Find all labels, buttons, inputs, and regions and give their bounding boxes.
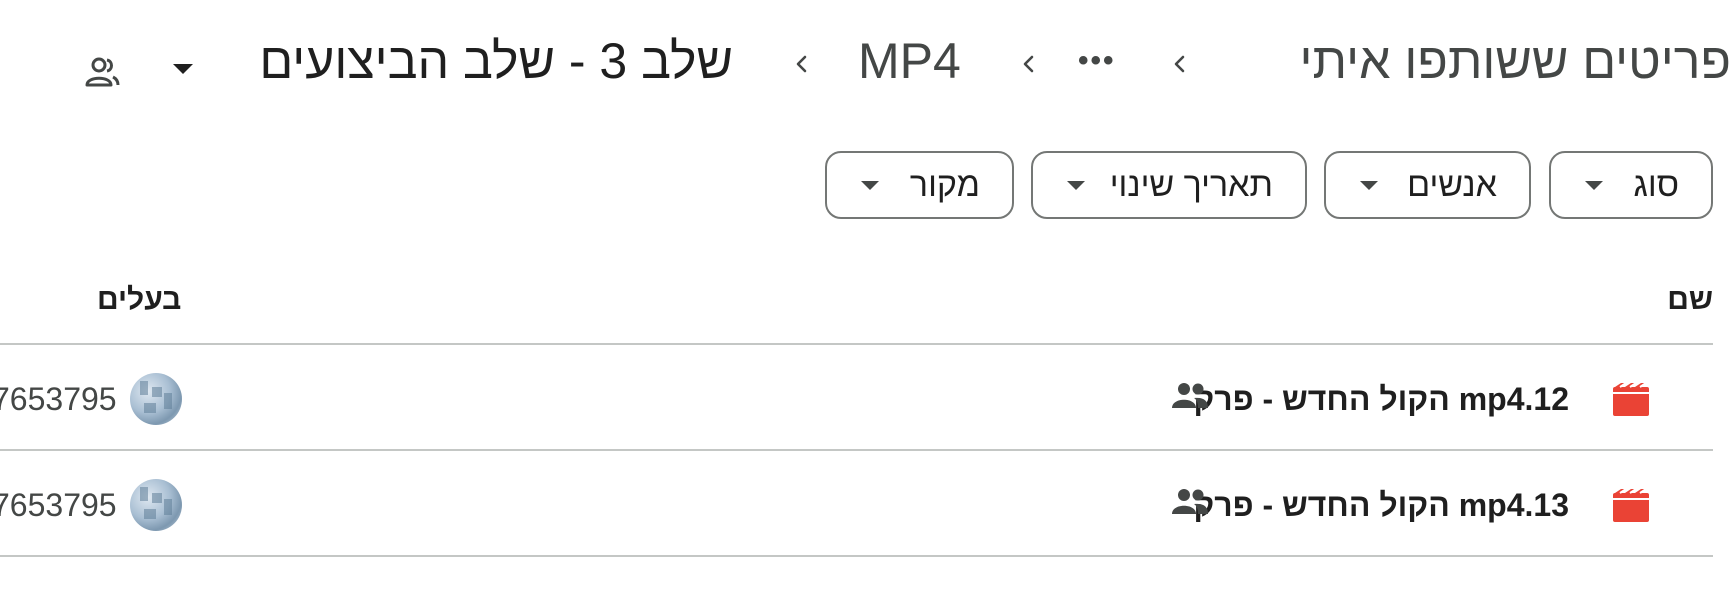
table-row[interactable]: הקול החדש - פרק mp4.13 7653795: [0, 451, 1713, 555]
shared-folder-icon: [82, 55, 122, 89]
breadcrumb-more-button[interactable]: •••: [1078, 46, 1116, 76]
table-row[interactable]: הקול החדש - פרק mp4.12 7653795: [0, 345, 1713, 449]
divider: [0, 555, 1713, 557]
column-header-name[interactable]: שם: [1667, 285, 1713, 315]
caret-down-icon: [1360, 180, 1378, 190]
filter-type-label: סוג: [1633, 165, 1679, 204]
people-icon: [1170, 381, 1210, 411]
owner-name: 7653795: [0, 487, 117, 523]
filter-people-label: אנשים: [1407, 165, 1497, 204]
chevron-left-icon: [1017, 52, 1041, 76]
caret-down-icon: [861, 180, 879, 190]
caret-down-icon[interactable]: [173, 64, 193, 74]
avatar: [130, 479, 182, 531]
chevron-left-icon: [790, 52, 814, 76]
owner-name: 7653795: [0, 381, 117, 417]
filter-modified-chip[interactable]: תאריך שינוי: [1031, 151, 1307, 219]
avatar: [130, 373, 182, 425]
filter-source-chip[interactable]: מקור: [825, 151, 1014, 219]
breadcrumb-shared-with-me[interactable]: פריטים ששותפו איתי: [1300, 36, 1731, 86]
drive-folder-view: פריטים ששותפו איתי ••• MP4 שלב 3 - שלב ה…: [0, 0, 1731, 613]
caret-down-icon: [1585, 180, 1603, 190]
filter-type-chip[interactable]: סוג: [1549, 151, 1713, 219]
file-name[interactable]: הקול החדש - פרק mp4.13: [1193, 489, 1569, 521]
breadcrumb-current-folder[interactable]: שלב 3 - שלב הביצועים: [259, 36, 733, 86]
video-file-icon: [1612, 382, 1650, 417]
filter-people-chip[interactable]: אנשים: [1324, 151, 1531, 219]
breadcrumb-folder-mp4[interactable]: MP4: [858, 36, 961, 86]
caret-down-icon: [1067, 180, 1085, 190]
video-file-icon: [1612, 488, 1650, 523]
file-name[interactable]: הקול החדש - פרק mp4.12: [1193, 383, 1569, 415]
chevron-left-icon: [1168, 52, 1192, 76]
column-header-owner: בעלים: [97, 283, 182, 316]
people-icon: [1170, 487, 1210, 517]
filter-source-label: מקור: [909, 165, 980, 204]
filter-modified-label: תאריך שינוי: [1109, 165, 1273, 204]
